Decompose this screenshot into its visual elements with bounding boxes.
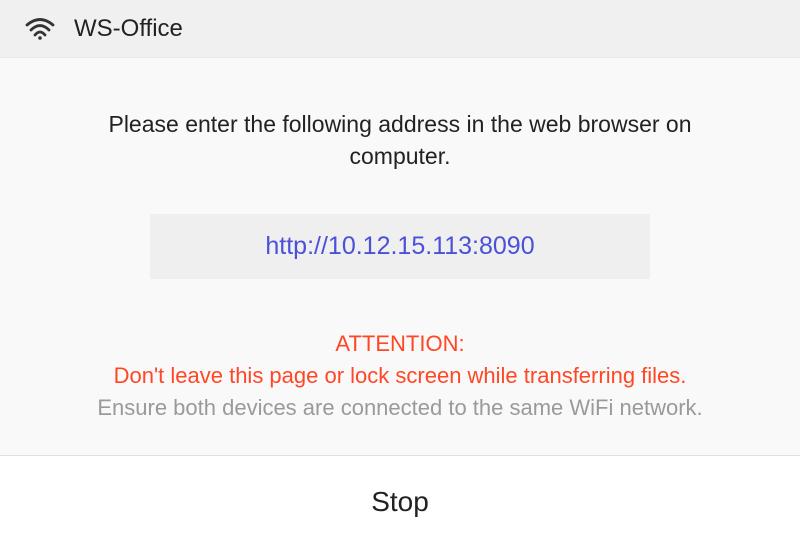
address-box: http://10.12.15.113:8090 [150,214,650,279]
stop-button[interactable]: Stop [0,456,800,548]
attention-warning: Don't leave this page or lock screen whi… [40,363,760,389]
instruction-text: Please enter the following address in th… [60,108,740,172]
wifi-icon [24,17,56,41]
attention-note: Ensure both devices are connected to the… [40,395,760,421]
address-url[interactable]: http://10.12.15.113:8090 [265,232,534,260]
attention-label: ATTENTION: [40,331,760,357]
content-area: Please enter the following address in th… [0,58,800,456]
bottom-bar: Stop [0,456,800,548]
status-bar: WS-Office [0,0,800,58]
attention-block: ATTENTION: Don't leave this page or lock… [40,331,760,421]
network-name: WS-Office [74,15,183,43]
